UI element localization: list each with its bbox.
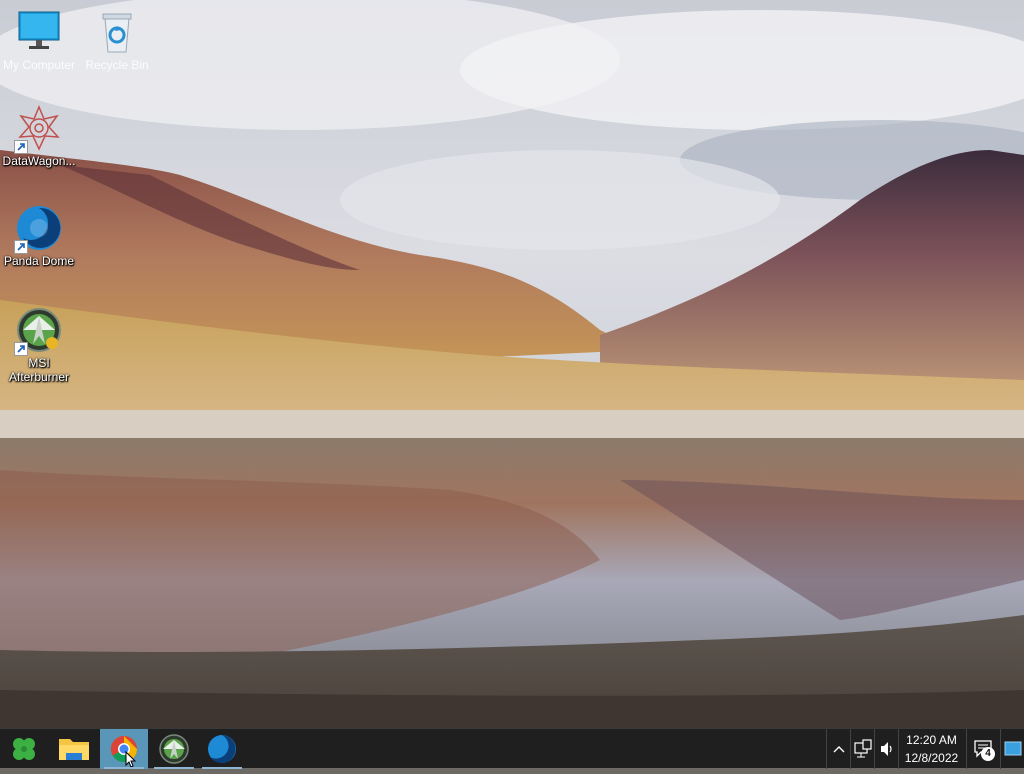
speaker-icon — [881, 742, 892, 756]
shortcut-arrow-icon — [14, 342, 28, 356]
clock-button[interactable]: 12:20 AM 12/8/2022 — [898, 729, 964, 769]
start-button[interactable] — [0, 729, 48, 769]
desktop-icon-label: Recycle Bin — [85, 58, 149, 72]
chrome-icon — [110, 735, 138, 763]
clock-time: 12:20 AM — [906, 733, 957, 747]
desktop-icon-msi-afterburner[interactable]: MSI Afterburner — [0, 306, 78, 384]
desktop-icon-recycle-bin[interactable]: Recycle Bin — [78, 8, 156, 72]
running-indicator — [154, 767, 194, 769]
desktop-icon-label: MSI Afterburner — [8, 356, 70, 384]
shortcut-arrow-icon — [14, 240, 28, 254]
taskbar-app-msi-afterburner[interactable] — [150, 729, 198, 769]
chevron-up-icon — [833, 746, 845, 753]
folder-icon — [59, 739, 89, 760]
running-indicator — [202, 767, 242, 769]
show-hidden-icons-button[interactable] — [826, 729, 850, 769]
afterburner-icon — [14, 306, 63, 356]
monitor-icon — [15, 8, 63, 56]
clock-date: 12/8/2022 — [904, 751, 959, 765]
volume-button[interactable] — [874, 729, 898, 769]
clover-start-icon — [13, 738, 35, 760]
shortcut-arrow-icon — [14, 140, 28, 154]
datawagon-icon — [14, 104, 63, 154]
taskbar: 12:20 AM 12/8/2022 4 — [0, 728, 1024, 769]
afterburner-icon — [159, 734, 189, 764]
desktop-icon-panda-dome[interactable]: Panda Dome — [0, 204, 78, 268]
desktop-wallpaper[interactable] — [0, 0, 1024, 728]
show-desktop-icon — [1004, 741, 1022, 756]
notification-count-badge: 4 — [981, 747, 995, 761]
active-indicator — [104, 767, 144, 769]
desktop-icon-my-computer[interactable]: My Computer — [0, 8, 78, 72]
panda-dome-icon — [14, 204, 63, 254]
taskbar-app-chrome[interactable] — [100, 729, 148, 769]
taskbar-app-panda-dome[interactable] — [198, 729, 246, 769]
desktop-icon-label: My Computer — [2, 58, 76, 72]
show-desktop-button[interactable] — [1000, 729, 1024, 769]
network-status-button[interactable] — [850, 729, 874, 769]
desktop-icon-datawagon[interactable]: DataWagon... — [0, 104, 78, 168]
desktop-icon-label: DataWagon... — [2, 154, 76, 168]
panda-dome-icon — [208, 735, 236, 763]
recycle-bin-icon — [93, 8, 141, 56]
action-center-button[interactable]: 4 — [966, 729, 1000, 769]
desktop-icon-label: Panda Dome — [3, 254, 75, 268]
taskbar-app-file-explorer[interactable] — [50, 729, 98, 769]
network-icon — [854, 739, 872, 758]
